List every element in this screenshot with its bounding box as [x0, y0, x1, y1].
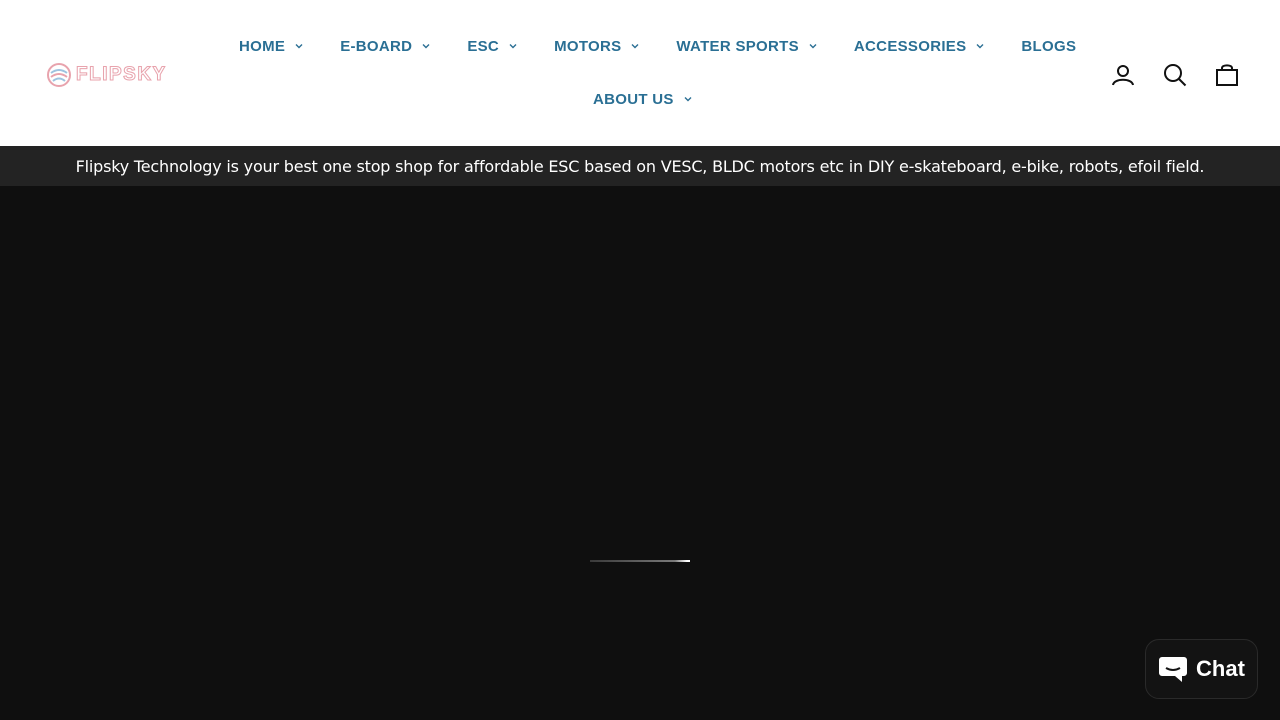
site-header: FLIPSKY HOME E-BOARD ESC MOTORS WATER SP…: [0, 0, 1280, 146]
chevron-down-icon: [508, 41, 518, 51]
chat-label: Chat: [1196, 656, 1245, 681]
chevron-down-icon: [421, 41, 431, 51]
chevron-down-icon: [808, 41, 818, 51]
account-icon[interactable]: [1108, 57, 1138, 93]
nav-label: BLOGS: [1021, 37, 1077, 55]
nav-label: ABOUT US: [593, 90, 674, 108]
nav-label: HOME: [239, 37, 286, 55]
nav-item-blogs[interactable]: BLOGS: [1003, 30, 1094, 62]
nav-label: E-BOARD: [340, 37, 413, 55]
chevron-down-icon: [683, 94, 693, 104]
nav-label: ESC: [467, 37, 500, 55]
cart-icon[interactable]: [1212, 57, 1242, 93]
nav-item-accessories[interactable]: ACCESSORIES: [836, 30, 1004, 62]
nav-item-esc[interactable]: ESC: [449, 30, 536, 62]
chat-bubble-icon: [1159, 657, 1188, 682]
nav-item-water-sports[interactable]: WATER SPORTS: [658, 30, 836, 62]
logo-wordmark: FLIPSKY: [76, 64, 167, 86]
header-icon-group: [1108, 57, 1242, 93]
nav-item-motors[interactable]: MOTORS: [536, 30, 658, 62]
announcement-text: Flipsky Technology is your best one stop…: [75, 156, 1205, 176]
chevron-down-icon: [975, 41, 985, 51]
nav-label: WATER SPORTS: [676, 37, 799, 55]
logo-globe-icon: [47, 63, 71, 87]
chat-button[interactable]: Chat: [1145, 639, 1258, 699]
announcement-bar: Flipsky Technology is your best one stop…: [0, 146, 1280, 186]
search-icon[interactable]: [1160, 57, 1190, 93]
hero-banner: [0, 186, 1280, 720]
nav-label: ACCESSORIES: [853, 37, 967, 55]
main-nav-row-2: ABOUT US: [575, 83, 711, 115]
nav-item-e-board[interactable]: E-BOARD: [322, 30, 449, 62]
main-nav-row-1: HOME E-BOARD ESC MOTORS WATER SPORTS ACC…: [221, 30, 1094, 62]
loading-progress-fill: [590, 560, 690, 562]
nav-item-home[interactable]: HOME: [221, 30, 322, 62]
nav-label: MOTORS: [554, 37, 622, 55]
chevron-down-icon: [630, 41, 640, 51]
loading-progress-bar: [590, 560, 690, 562]
flipsky-logo[interactable]: FLIPSKY: [46, 60, 186, 90]
chevron-down-icon: [294, 41, 304, 51]
nav-item-about-us[interactable]: ABOUT US: [575, 83, 711, 115]
